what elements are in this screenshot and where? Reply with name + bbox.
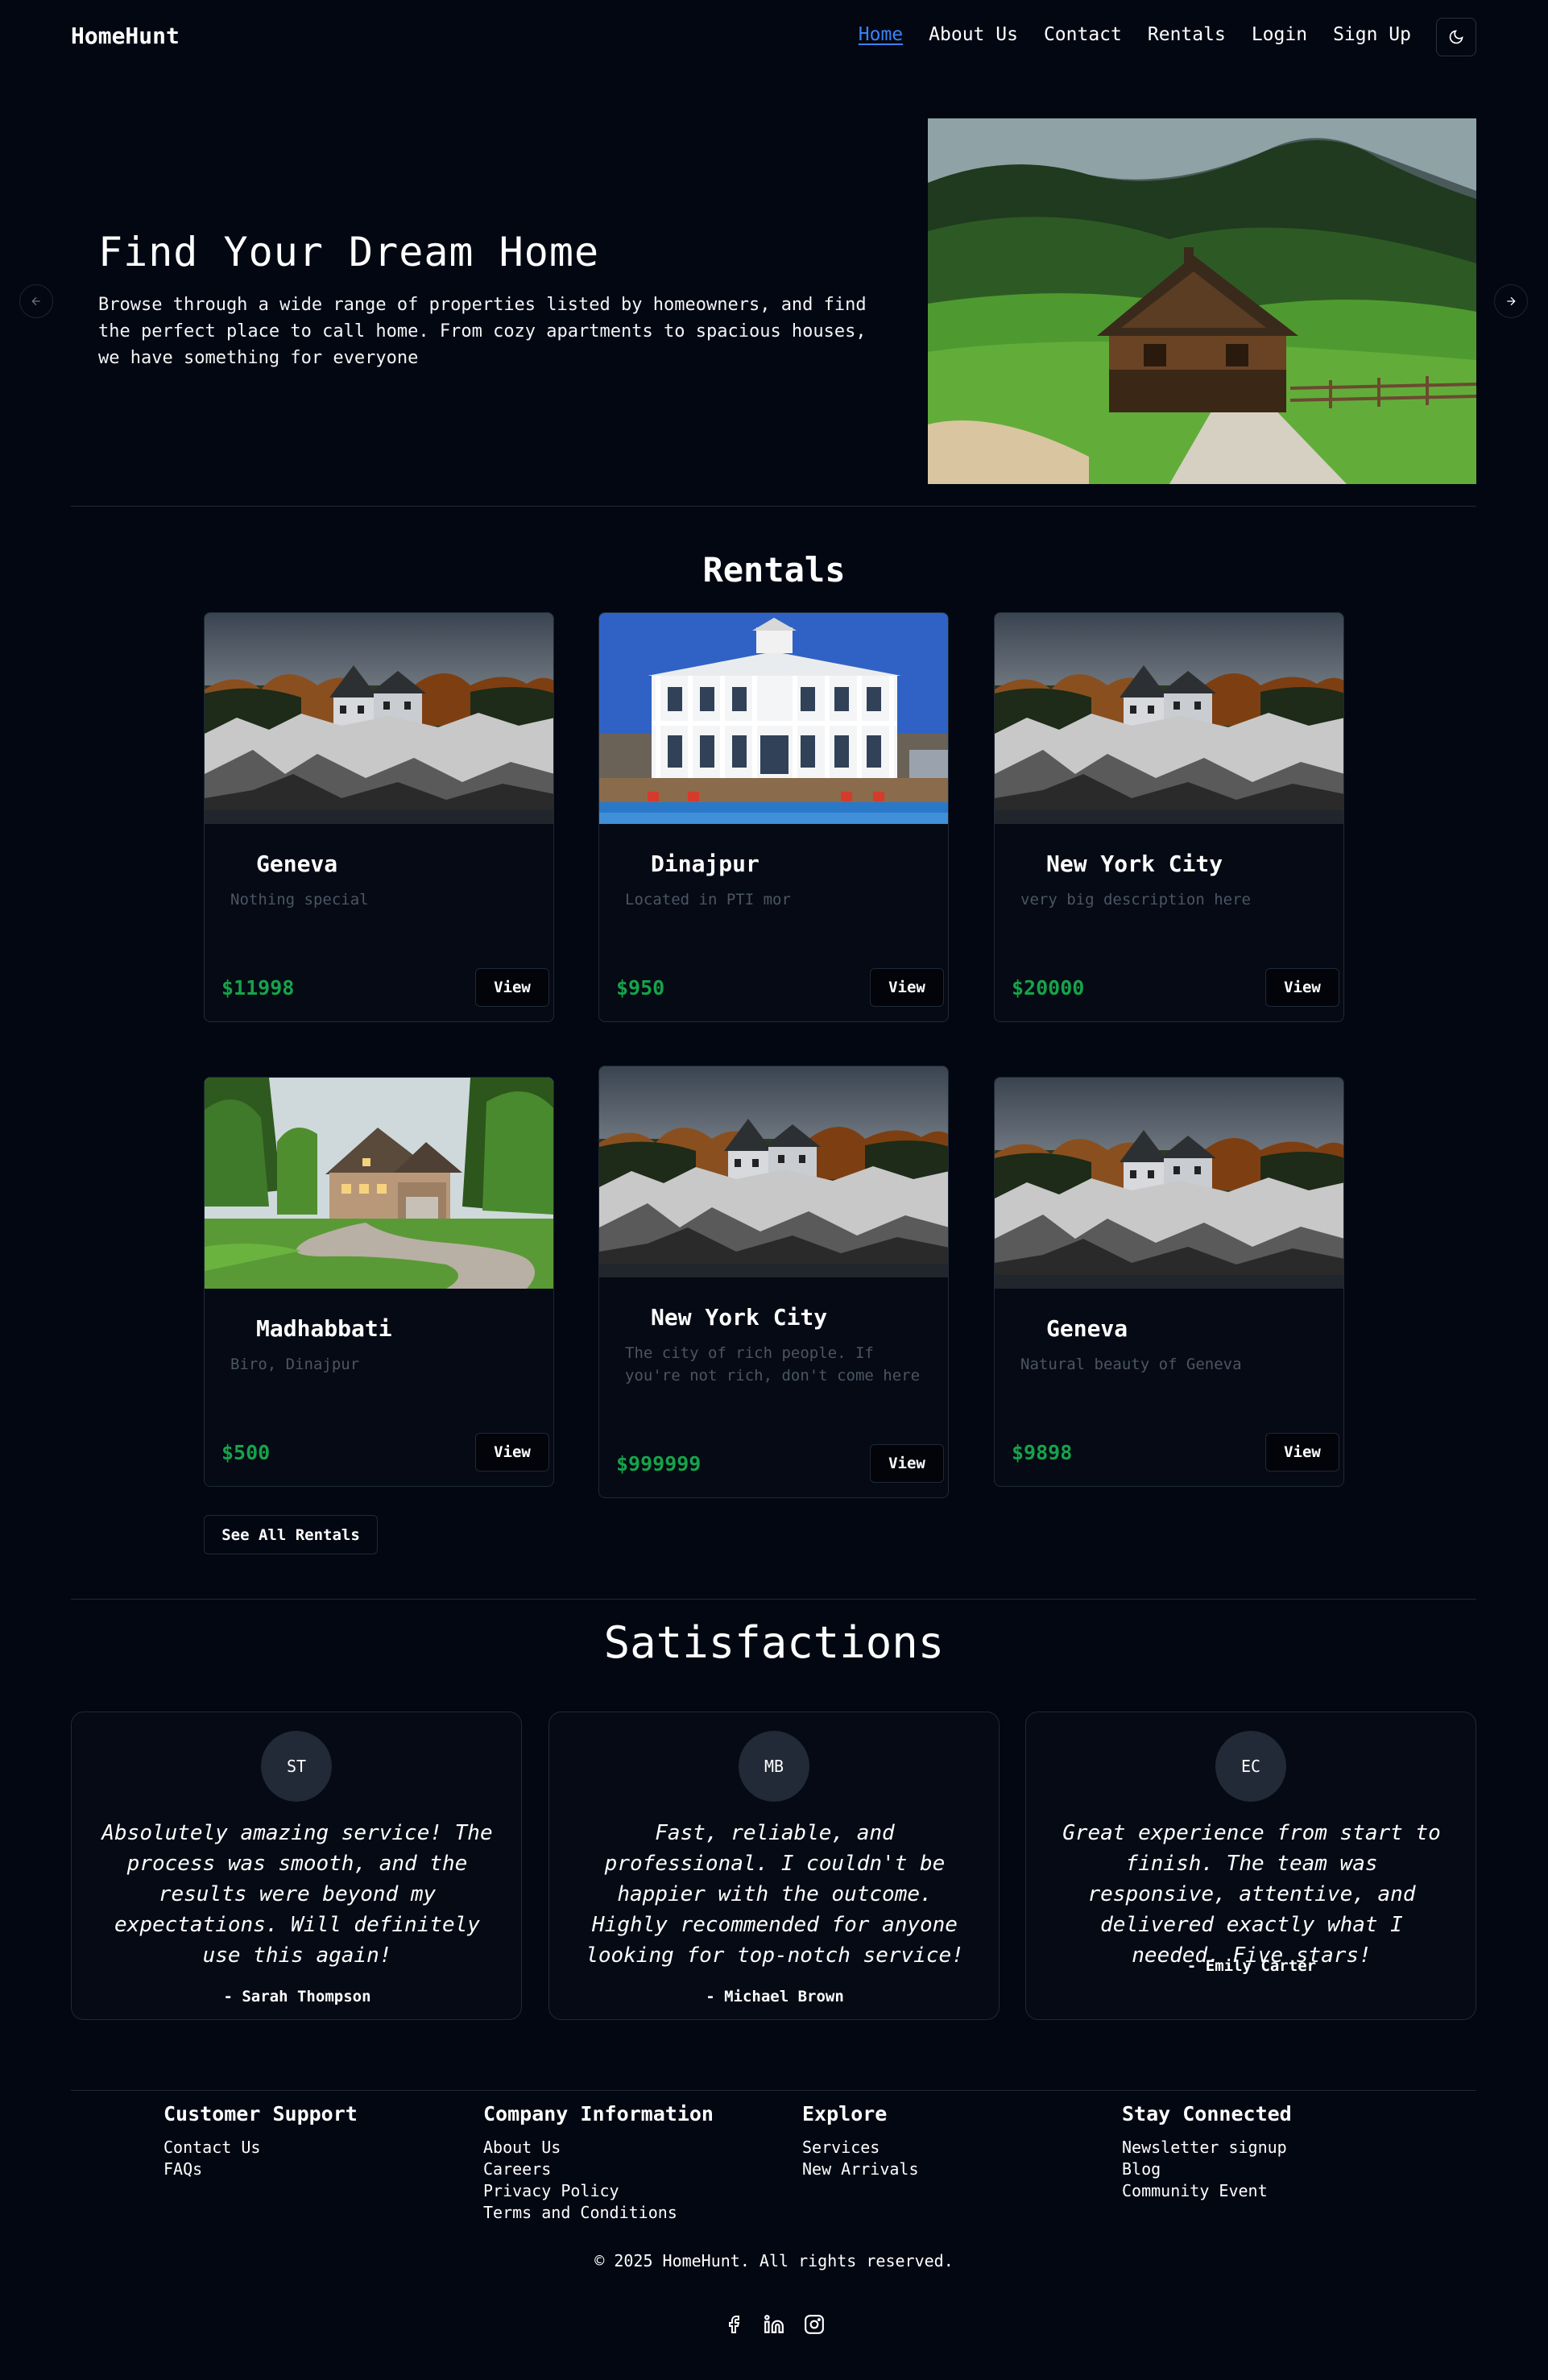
nav-link-about[interactable]: About Us xyxy=(929,24,1018,45)
avatar: ST xyxy=(261,1731,332,1802)
social-links xyxy=(0,2313,1548,2336)
footer-link-about-us[interactable]: About Us xyxy=(483,2137,714,2159)
brand-logo[interactable]: HomeHunt xyxy=(71,23,180,49)
hero-image xyxy=(928,118,1476,484)
rental-description: Nothing special xyxy=(230,891,369,909)
nav-link-rentals[interactable]: Rentals xyxy=(1148,24,1226,45)
rental-description: Biro, Dinajpur xyxy=(230,1356,360,1373)
rental-card: New York City The city of rich people. I… xyxy=(598,1066,949,1498)
testimonial-author: - Michael Brown xyxy=(706,1988,844,2005)
section-divider xyxy=(71,506,1476,507)
rental-price: $999999 xyxy=(616,1452,702,1476)
nav-link-home[interactable]: Home xyxy=(859,24,903,45)
rental-card: Geneva Nothing special $11998 View xyxy=(204,612,554,1022)
footer-link-careers[interactable]: Careers xyxy=(483,2159,714,2180)
testimonial-quote: Absolutely amazing service! The process … xyxy=(101,1821,493,1968)
rental-description: The city of rich people. If you're not r… xyxy=(625,1344,921,1385)
footer-column-explore: Explore Services New Arrivals xyxy=(802,2102,919,2180)
footer-column-title: Company Information xyxy=(483,2102,714,2125)
carousel-next-button[interactable] xyxy=(1494,284,1528,318)
copyright: © 2025 HomeHunt. All rights reserved. xyxy=(594,2251,954,2270)
avatar: EC xyxy=(1215,1731,1286,1802)
footer-link-services[interactable]: Services xyxy=(802,2137,919,2159)
rental-price: $950 xyxy=(616,976,665,1000)
rental-image xyxy=(995,613,1344,824)
rental-price: $11998 xyxy=(221,976,295,1000)
testimonial-author: - Sarah Thompson xyxy=(223,1988,371,2005)
arrow-left-icon xyxy=(31,296,40,306)
footer-column-support: Customer Support Contact Us FAQs xyxy=(163,2102,358,2180)
rental-price: $9898 xyxy=(1012,1441,1073,1464)
rental-card: New York City very big description here … xyxy=(994,612,1344,1022)
rental-card: Dinajpur Located in PTI mor $950 View xyxy=(598,612,949,1022)
view-button[interactable]: View xyxy=(1265,1433,1339,1471)
facebook-icon[interactable] xyxy=(722,2313,745,2336)
footer-link-new-arrivals[interactable]: New Arrivals xyxy=(802,2159,919,2180)
see-all-rentals-button[interactable]: See All Rentals xyxy=(204,1515,378,1554)
footer-link-terms[interactable]: Terms and Conditions xyxy=(483,2202,714,2224)
view-button[interactable]: View xyxy=(870,1444,944,1483)
testimonial-card: MB Fast, reliable, and professional. I c… xyxy=(548,1712,1000,2020)
rental-title: New York City xyxy=(651,1304,828,1331)
satisfactions-title: Satisfactions xyxy=(603,1617,945,1668)
rental-title: Geneva xyxy=(1046,1315,1128,1342)
rental-title: Dinajpur xyxy=(651,851,760,877)
footer-column-title: Customer Support xyxy=(163,2102,358,2125)
footer-column-title: Stay Connected xyxy=(1122,2102,1292,2125)
footer-column-connected: Stay Connected Newsletter signup Blog Co… xyxy=(1122,2102,1292,2202)
footer-divider xyxy=(71,2090,1476,2091)
footer-column-title: Explore xyxy=(802,2102,888,2125)
testimonial-author: - Emily Carter xyxy=(1186,1957,1317,1975)
rental-image xyxy=(995,1078,1344,1289)
rentals-title: Rentals xyxy=(702,550,846,590)
rental-title: New York City xyxy=(1046,851,1223,877)
moon-icon xyxy=(1449,30,1463,44)
section-divider xyxy=(71,1599,1476,1600)
rental-image xyxy=(599,613,949,824)
theme-toggle-button[interactable] xyxy=(1436,18,1476,56)
footer-link-newsletter[interactable]: Newsletter signup xyxy=(1122,2137,1292,2159)
footer-link-blog[interactable]: Blog xyxy=(1122,2159,1292,2180)
view-button[interactable]: View xyxy=(475,1433,549,1471)
instagram-icon[interactable] xyxy=(803,2313,826,2336)
hero-title: Find Your Dream Home xyxy=(98,229,600,275)
testimonial-quote: Great experience from start to finish. T… xyxy=(1062,1821,1441,1968)
rental-title: Geneva xyxy=(256,851,338,877)
rental-description: Natural beauty of Geneva xyxy=(1020,1356,1242,1373)
linkedin-icon[interactable] xyxy=(763,2313,785,2336)
nav-link-signup[interactable]: Sign Up xyxy=(1333,24,1411,45)
footer-column-company: Company Information About Us Careers Pri… xyxy=(483,2102,714,2224)
avatar: MB xyxy=(739,1731,809,1802)
hero-description: Browse through a wide range of propertie… xyxy=(98,295,867,368)
footer-link-community[interactable]: Community Event xyxy=(1122,2180,1292,2202)
rental-image xyxy=(599,1066,949,1277)
rental-image xyxy=(205,613,554,824)
view-button[interactable]: View xyxy=(1265,968,1339,1007)
rental-description: very big description here xyxy=(1020,891,1251,909)
testimonial-card: ST Absolutely amazing service! The proce… xyxy=(71,1712,522,2020)
testimonial-quote: Fast, reliable, and professional. I coul… xyxy=(586,1821,964,1968)
nav-link-login[interactable]: Login xyxy=(1252,24,1307,45)
nav-links: Home About Us Contact Rentals Login Sign… xyxy=(859,24,1411,45)
nav-link-contact[interactable]: Contact xyxy=(1044,24,1122,45)
arrow-right-icon xyxy=(1507,296,1516,306)
footer-link-privacy[interactable]: Privacy Policy xyxy=(483,2180,714,2202)
rental-description: Located in PTI mor xyxy=(625,891,791,909)
rental-price: $20000 xyxy=(1012,976,1085,1000)
rental-card: Geneva Natural beauty of Geneva $9898 Vi… xyxy=(994,1077,1344,1487)
top-navbar: HomeHunt Home About Us Contact Rentals L… xyxy=(0,0,1548,74)
testimonial-card: EC Great experience from start to finish… xyxy=(1025,1712,1476,2020)
rental-card: Madhabbati Biro, Dinajpur $500 View xyxy=(204,1077,554,1487)
rental-price: $500 xyxy=(221,1441,271,1464)
carousel-prev-button[interactable] xyxy=(19,284,53,318)
footer-link-contact-us[interactable]: Contact Us xyxy=(163,2137,358,2159)
footer-link-faqs[interactable]: FAQs xyxy=(163,2159,358,2180)
view-button[interactable]: View xyxy=(870,968,944,1007)
rental-image xyxy=(205,1078,554,1289)
view-button[interactable]: View xyxy=(475,968,549,1007)
rental-title: Madhabbati xyxy=(256,1315,392,1342)
